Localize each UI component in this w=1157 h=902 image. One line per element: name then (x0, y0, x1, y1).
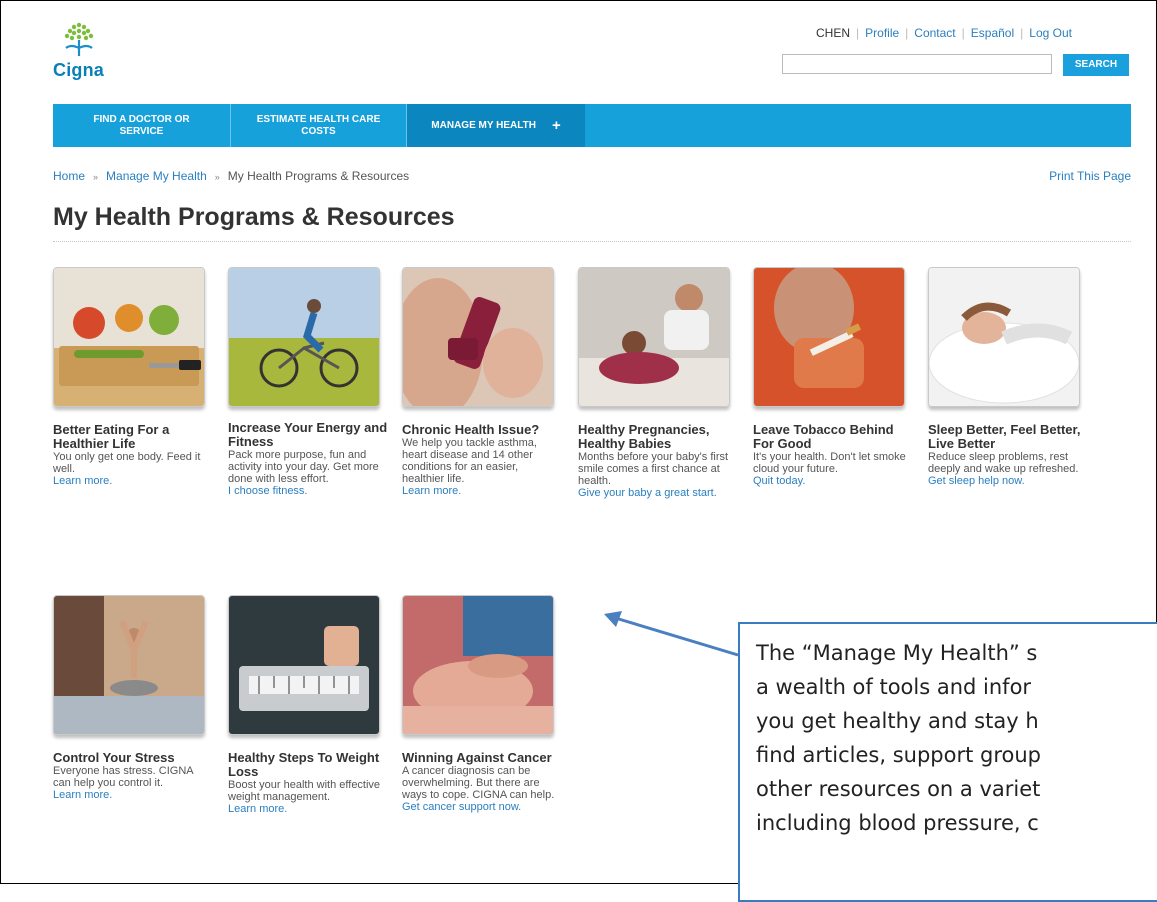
card-link[interactable]: Give your baby a great start. (578, 487, 738, 499)
espanol-link[interactable]: Español (971, 26, 1014, 40)
card-title: Leave Tobacco Behind For Good (753, 422, 894, 451)
program-card: Chronic Health Issue? We help you tackle… (402, 267, 562, 497)
callout-line: a wealth of tools and infor (756, 675, 1032, 699)
card-description: It's your health. Don't let smoke cloud … (753, 451, 906, 475)
profile-link[interactable]: Profile (865, 26, 899, 40)
card-description: Everyone has stress. CIGNA can help you … (53, 765, 193, 789)
breadcrumb-manage[interactable]: Manage My Health (106, 169, 207, 183)
card-link[interactable]: Learn more. (53, 789, 213, 801)
card-title: Healthy Steps To Weight Loss (228, 750, 380, 779)
card-link[interactable]: Learn more. (53, 475, 213, 487)
card-description: Pack more purpose, fun and activity into… (228, 449, 379, 485)
card-link[interactable]: Get cancer support now. (402, 801, 562, 813)
program-card: Winning Against Cancer A cancer diagnosi… (402, 595, 562, 813)
pregnancy-image[interactable] (578, 267, 730, 407)
card-title: Winning Against Cancer (402, 750, 552, 765)
nav-find-doctor[interactable]: FIND A DOCTOR OR SERVICE (53, 104, 231, 147)
nav-manage-my-health[interactable]: MANAGE MY HEALTH + (407, 104, 585, 147)
inhaler-image[interactable] (402, 267, 554, 407)
breadcrumb-separator-icon: » (93, 172, 99, 182)
program-card: Control Your Stress Everyone has stress.… (53, 595, 213, 801)
card-description: Reduce sleep problems, rest deeply and w… (928, 451, 1079, 475)
callout-line: find articles, support group (756, 743, 1041, 767)
sleeping-woman-image[interactable] (928, 267, 1080, 407)
print-page-link[interactable]: Print This Page (1049, 169, 1131, 183)
card-description: You only get one body. Feed it well. (53, 451, 201, 475)
annotation-arrow-icon (604, 611, 739, 657)
card-title: Control Your Stress (53, 750, 175, 765)
main-nav: FIND A DOCTOR OR SERVICE ESTIMATE HEALTH… (53, 104, 1131, 147)
card-title: Increase Your Energy and Fitness (228, 420, 388, 449)
card-title: Healthy Pregnancies, Healthy Babies (578, 422, 710, 451)
contact-link[interactable]: Contact (914, 26, 955, 40)
callout-line: The “Manage My Health” s (756, 641, 1038, 665)
breadcrumb-separator-icon: » (214, 172, 220, 182)
card-link[interactable]: Learn more. (228, 803, 388, 815)
program-card: Healthy Pregnancies, Healthy Babies Mont… (578, 267, 738, 499)
utility-links: CHEN | Profile | Contact | Español | Log Out (816, 26, 1072, 40)
breadcrumb: Home » Manage My Health » My Health Programs… (53, 169, 409, 183)
nav-estimate-costs[interactable]: ESTIMATE HEALTH CARE COSTS (231, 104, 407, 147)
search-input[interactable] (782, 54, 1052, 74)
program-card: Sleep Better, Feel Better, Live Better R… (928, 267, 1088, 487)
card-link[interactable]: Quit today. (753, 475, 913, 487)
program-card: Better Eating For a Healthier Life You o… (53, 267, 213, 487)
search-button[interactable]: SEARCH (1063, 54, 1129, 76)
program-card: Increase Your Energy and Fitness Pack mo… (228, 267, 388, 497)
card-title: Sleep Better, Feel Better, Live Better (928, 422, 1081, 451)
annotation-callout: The “Manage My Health” s a wealth of too… (738, 622, 1157, 902)
card-description: A cancer diagnosis can be overwhelming. … (402, 765, 555, 801)
cigna-wordmark[interactable]: Cigna (53, 60, 104, 81)
broken-cigarette-image[interactable] (753, 267, 905, 407)
breadcrumb-current: My Health Programs & Resources (227, 169, 410, 183)
card-title: Better Eating For a Healthier Life (53, 422, 170, 451)
card-description: Boost your health with effective weight … (228, 779, 381, 803)
yoga-image[interactable] (53, 595, 205, 735)
logout-link[interactable]: Log Out (1029, 26, 1072, 40)
breadcrumb-home[interactable]: Home (53, 169, 85, 183)
callout-line: including blood pressure, c (756, 811, 1039, 835)
callout-line: other resources on a variet (756, 777, 1041, 801)
plus-icon: + (551, 116, 561, 134)
caring-hands-image[interactable] (402, 595, 554, 735)
card-link[interactable]: Get sleep help now. (928, 475, 1088, 487)
card-description: We help you tackle asthma, heart disease… (402, 437, 537, 485)
program-card: Leave Tobacco Behind For Good It's your … (753, 267, 913, 487)
program-card: Healthy Steps To Weight Loss Boost your … (228, 595, 388, 815)
nav-manage-label: MANAGE MY HEALTH (431, 119, 536, 131)
user-name: CHEN (816, 26, 851, 40)
card-link[interactable]: I choose fitness. (228, 485, 388, 497)
card-link[interactable]: Learn more. (402, 485, 562, 497)
card-description: Months before your baby's first smile co… (578, 451, 729, 487)
card-title: Chronic Health Issue? (402, 422, 540, 437)
divider (53, 241, 1131, 242)
callout-line: you get healthy and stay h (756, 709, 1039, 733)
healthy-food-image[interactable] (53, 267, 205, 407)
scale-image[interactable] (228, 595, 380, 735)
cyclist-image[interactable] (228, 267, 380, 407)
page-title: My Health Programs & Resources (53, 203, 455, 231)
